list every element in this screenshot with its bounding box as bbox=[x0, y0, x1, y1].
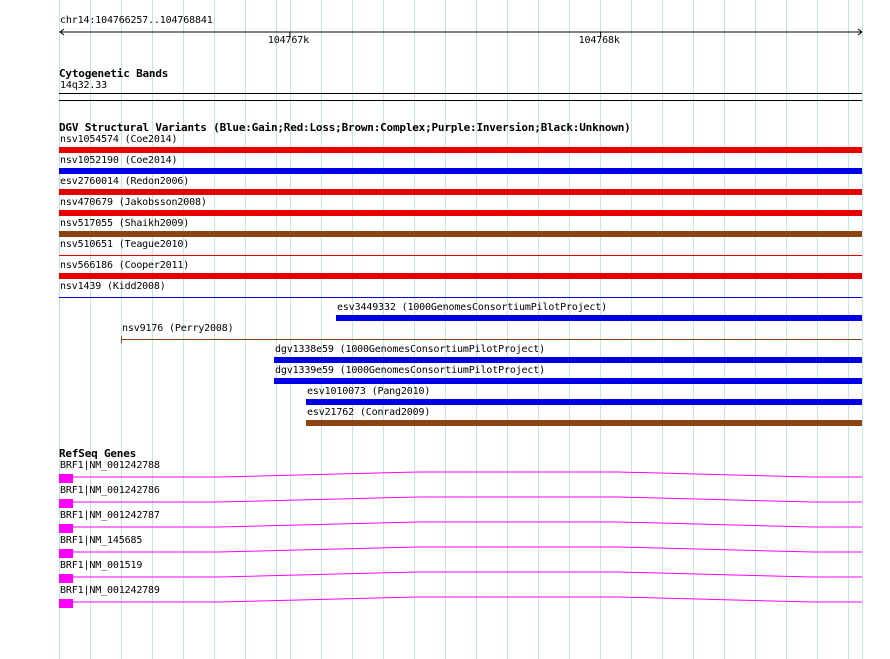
dgv-feature-bar[interactable] bbox=[59, 273, 862, 279]
grid-line bbox=[538, 0, 539, 659]
grid-line bbox=[569, 0, 570, 659]
grid-line bbox=[848, 0, 849, 659]
grid-line bbox=[724, 0, 725, 659]
grid-line bbox=[445, 0, 446, 659]
gene-intron-line[interactable] bbox=[73, 542, 862, 554]
grid-line bbox=[383, 0, 384, 659]
ruler-axis[interactable] bbox=[58, 26, 864, 50]
gene-exon[interactable] bbox=[59, 524, 73, 533]
dgv-feature-bar[interactable] bbox=[59, 297, 862, 298]
cytoband-label: 14q32.33 bbox=[60, 80, 107, 91]
dgv-feature-bar[interactable] bbox=[306, 420, 862, 426]
gene-intron-path bbox=[73, 546, 862, 553]
grid-line bbox=[755, 0, 756, 659]
dgv-feature-label: esv21762 (Conrad2009) bbox=[307, 407, 431, 418]
gene-intron-path bbox=[73, 596, 862, 603]
dgv-feature-label: nsv1052190 (Coe2014) bbox=[60, 155, 178, 166]
grid-line bbox=[245, 0, 246, 659]
dgv-feature-bar[interactable] bbox=[121, 339, 862, 340]
dgv-feature-bar[interactable] bbox=[59, 255, 862, 256]
grid-line bbox=[507, 0, 508, 659]
grid-line bbox=[321, 0, 322, 659]
dgv-feature-bar[interactable] bbox=[59, 147, 862, 153]
gene-exon[interactable] bbox=[59, 599, 73, 608]
dgv-feature-label: nsv470679 (Jakobsson2008) bbox=[60, 197, 207, 208]
dgv-feature-bar[interactable] bbox=[274, 378, 862, 384]
dgv-feature-bar[interactable] bbox=[59, 210, 862, 216]
ruler-tick-label: 104768k bbox=[578, 35, 620, 46]
grid-line bbox=[290, 0, 291, 659]
dgv-feature-label: nsv566186 (Cooper2011) bbox=[60, 260, 190, 271]
cytoband-line-bottom bbox=[59, 100, 862, 101]
grid-line bbox=[600, 0, 601, 659]
dgv-feature-label: esv1010073 (Pang2010) bbox=[307, 386, 431, 397]
gene-intron-line[interactable] bbox=[73, 592, 862, 604]
gene-intron-path bbox=[73, 471, 862, 478]
gene-exon[interactable] bbox=[59, 499, 73, 508]
gene-exon[interactable] bbox=[59, 474, 73, 483]
dgv-feature-label: dgv1338e59 (1000GenomesConsortiumPilotPr… bbox=[275, 344, 546, 355]
dgv-feature-label: nsv510651 (Teague2010) bbox=[60, 239, 190, 250]
grid-line bbox=[662, 0, 663, 659]
grid-line bbox=[352, 0, 353, 659]
grid-line bbox=[414, 0, 415, 659]
dgv-feature-label: nsv9176 (Perry2008) bbox=[122, 323, 234, 334]
dgv-feature-label: nsv517055 (Shaikh2009) bbox=[60, 218, 190, 229]
dgv-feature-label: nsv1054574 (Coe2014) bbox=[60, 134, 178, 145]
ruler-tick-label: 104767k bbox=[267, 35, 309, 46]
gene-intron-line[interactable] bbox=[73, 467, 862, 479]
dgv-feature-label: esv2760014 (Redon2006) bbox=[60, 176, 190, 187]
dgv-feature-label: nsv1439 (Kidd2008) bbox=[60, 281, 166, 292]
gene-intron-line[interactable] bbox=[73, 567, 862, 579]
dgv-feature-label: esv3449332 (1000GenomesConsortiumPilotPr… bbox=[337, 302, 608, 313]
gene-intron-path bbox=[73, 571, 862, 578]
ruler-ticks bbox=[289, 32, 602, 37]
gene-exon[interactable] bbox=[59, 549, 73, 558]
refseq-track-title: RefSeq Genes bbox=[59, 447, 137, 460]
grid-line bbox=[862, 0, 863, 659]
dgv-feature-bar[interactable] bbox=[59, 168, 862, 174]
gene-exon[interactable] bbox=[59, 574, 73, 583]
gene-intron-line[interactable] bbox=[73, 517, 862, 529]
gene-intron-path bbox=[73, 496, 862, 503]
genome-browser: chr14:104766257..104768841 104767k 104768… bbox=[0, 0, 890, 659]
grid-line bbox=[786, 0, 787, 659]
dgv-feature-endcap bbox=[121, 336, 122, 343]
cytoband-track-title: Cytogenetic Bands bbox=[59, 67, 169, 80]
dgv-feature-label: dgv1339e59 (1000GenomesConsortiumPilotPr… bbox=[275, 365, 546, 376]
dgv-feature-bar[interactable] bbox=[59, 231, 862, 237]
dgv-feature-bar[interactable] bbox=[274, 357, 862, 363]
dgv-track-title: DGV Structural Variants (Blue:Gain;Red:L… bbox=[59, 121, 631, 134]
dgv-feature-bar[interactable] bbox=[336, 315, 862, 321]
dgv-feature-bar[interactable] bbox=[59, 189, 862, 195]
gene-intron-path bbox=[73, 521, 862, 528]
grid-line bbox=[817, 0, 818, 659]
grid-line bbox=[276, 0, 277, 659]
grid-line bbox=[631, 0, 632, 659]
gene-intron-line[interactable] bbox=[73, 492, 862, 504]
grid-line bbox=[476, 0, 477, 659]
grid-line bbox=[693, 0, 694, 659]
cytoband-line-top bbox=[59, 93, 862, 94]
dgv-feature-bar[interactable] bbox=[306, 399, 862, 405]
